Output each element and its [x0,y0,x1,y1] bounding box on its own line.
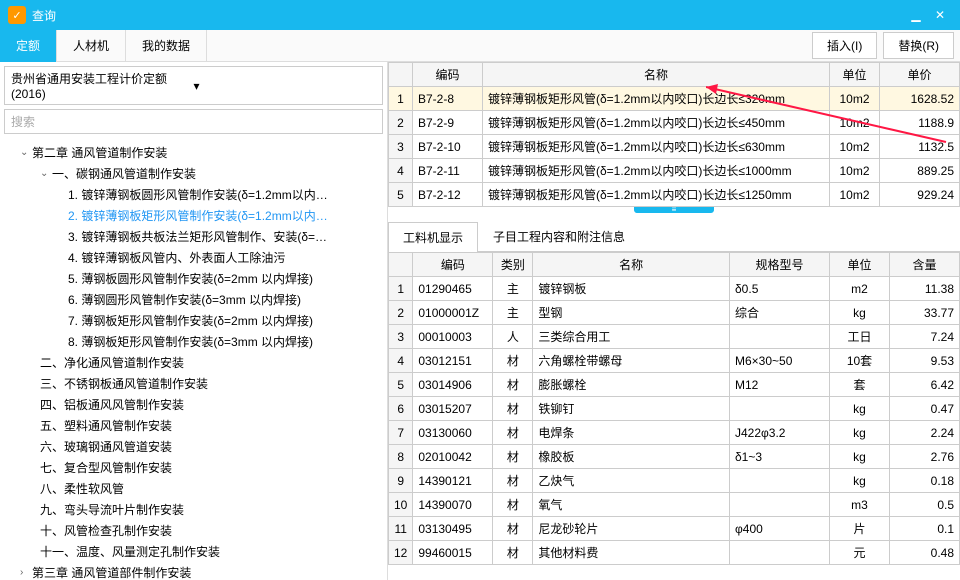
chevron-right-icon: › [20,567,32,578]
tree-section-10[interactable]: 十、风管检查孔制作安装 [0,520,387,541]
norm-select-value: 贵州省通用安装工程计价定额(2016) [11,70,194,101]
table-row[interactable]: 1B7-2-8镀锌薄钢板矩形风管(δ=1.2mm以内咬口)长边长≤320mm10… [389,87,960,111]
tab-mydata[interactable]: 我的数据 [126,30,207,62]
col2-spec: 规格型号 [730,253,830,277]
tree-section-11[interactable]: 十一、温度、风量测定孔制作安装 [0,541,387,562]
col2-cat: 类别 [493,253,533,277]
search-input[interactable]: 搜索 [4,109,383,134]
tree-chapter-3[interactable]: ›第三章 通风管道部件制作安装 [0,562,387,580]
tree-section-6[interactable]: 六、玻璃钢通风管道安装 [0,436,387,457]
tree-item-6[interactable]: 6. 薄钢圆形风管制作安装(δ=3mm 以内焊接) [0,289,387,310]
insert-button[interactable]: 插入(I) [812,32,877,59]
subtab-notes[interactable]: 子目工程内容和附注信息 [478,221,640,251]
tree-item-5[interactable]: 5. 薄钢板圆形风管制作安装(δ=2mm 以内焊接) [0,268,387,289]
tree-item-4[interactable]: 4. 镀锌薄钢板风管内、外表面人工除油污 [0,247,387,268]
tree-section-5[interactable]: 五、塑料通风管制作安装 [0,415,387,436]
close-icon[interactable]: ✕ [928,5,952,25]
tree-item-7[interactable]: 7. 薄钢板矩形风管制作安装(δ=2mm 以内焊接) [0,310,387,331]
table-row[interactable]: 802010042材橡胶板δ1~3kg2.76 [389,445,960,469]
chevron-down-icon: ⌄ [40,168,52,179]
tab-rencaiji[interactable]: 人材机 [57,30,126,62]
tab-quota[interactable]: 定额 [0,30,57,62]
col-unit: 单位 [830,63,880,87]
chevron-down-icon: ▾ [194,79,377,93]
tree-section-3[interactable]: 三、不锈钢板通风管道制作安装 [0,373,387,394]
table-row[interactable]: 1014390070材氧气m30.5 [389,493,960,517]
tree-section-9[interactable]: 九、弯头导流叶片制作安装 [0,499,387,520]
table-row[interactable]: 403012151材六角螺栓带螺母M6×30~5010套9.53 [389,349,960,373]
table-row[interactable]: 914390121材乙炔气kg0.18 [389,469,960,493]
tree-section-1[interactable]: ⌄一、碳钢通风管道制作安装 [0,163,387,184]
col2-name: 名称 [533,253,730,277]
col-name: 名称 [483,63,830,87]
chevron-down-icon: ⌄ [20,147,32,158]
tree-item-8[interactable]: 8. 薄钢板矩形风管制作安装(δ=3mm 以内焊接) [0,331,387,352]
table-row[interactable]: 101290465主镀锌钢板δ0.5m211.38 [389,277,960,301]
subtabs: 工料机显示 子目工程内容和附注信息 [388,221,960,252]
tree-section-8[interactable]: 八、柔性软风管 [0,478,387,499]
titlebar: ✓ 查询 ▁ ✕ [0,0,960,30]
tree-item-3[interactable]: 3. 镀锌薄钢板共板法兰矩形风管制作、安装(δ=… [0,226,387,247]
replace-button[interactable]: 替换(R) [883,32,954,59]
tree-section-4[interactable]: 四、铝板通风风管制作安装 [0,394,387,415]
tree-section-2[interactable]: 二、净化通风管道制作安装 [0,352,387,373]
tree-chapter-2[interactable]: ⌄第二章 通风管道制作安装 [0,142,387,163]
table-row[interactable]: 1103130495材尼龙砂轮片φ400片0.1 [389,517,960,541]
tree-item-2[interactable]: 2. 镀锌薄钢板矩形风管制作安装(δ=1.2mm以内… [0,205,387,226]
splitter-handle[interactable]: ≡ [634,207,714,213]
table-row[interactable]: 603015207材铁铆钉kg0.47 [389,397,960,421]
col2-code: 编码 [413,253,493,277]
norm-select[interactable]: 贵州省通用安装工程计价定额(2016) ▾ [4,66,383,105]
col2-unit: 单位 [830,253,890,277]
toolbar: 定额 人材机 我的数据 插入(I) 替换(R) [0,30,960,62]
col2-qty: 含量 [890,253,960,277]
left-panel: 贵州省通用安装工程计价定额(2016) ▾ 搜索 ⌄第二章 通风管道制作安装 ⌄… [0,62,388,580]
subtab-gongliaoji[interactable]: 工料机显示 [388,222,478,252]
quota-table[interactable]: 编码 名称 单位 单价 1B7-2-8镀锌薄钢板矩形风管(δ=1.2mm以内咬口… [388,62,960,207]
tree-section-7[interactable]: 七、复合型风管制作安装 [0,457,387,478]
table-row[interactable]: 300010003人三类综合用工工日7.24 [389,325,960,349]
table-row[interactable]: 4B7-2-11镀锌薄钢板矩形风管(δ=1.2mm以内咬口)长边长≤1000mm… [389,159,960,183]
col-price: 单价 [880,63,960,87]
table-row[interactable]: 503014906材膨胀螺栓M12套6.42 [389,373,960,397]
material-table[interactable]: 编码 类别 名称 规格型号 单位 含量 101290465主镀锌钢板δ0.5m2… [388,252,960,565]
tree-item-1[interactable]: 1. 镀锌薄钢板圆形风管制作安装(δ=1.2mm以内… [0,184,387,205]
table-row[interactable]: 3B7-2-10镀锌薄钢板矩形风管(δ=1.2mm以内咬口)长边长≤630mm1… [389,135,960,159]
app-logo-icon: ✓ [8,6,26,24]
window-title: 查询 [32,7,904,24]
tree: ⌄第二章 通风管道制作安装 ⌄一、碳钢通风管道制作安装 1. 镀锌薄钢板圆形风管… [0,138,387,580]
minimize-icon[interactable]: ▁ [904,5,928,25]
table-row[interactable]: 703130060材电焊条J422φ3.2kg2.24 [389,421,960,445]
table-row[interactable]: 5B7-2-12镀锌薄钢板矩形风管(δ=1.2mm以内咬口)长边长≤1250mm… [389,183,960,207]
table-row[interactable]: 201000001Z主型钢综合kg33.77 [389,301,960,325]
table-row[interactable]: 1299460015材其他材料费元0.48 [389,541,960,565]
col-code: 编码 [413,63,483,87]
table-row[interactable]: 2B7-2-9镀锌薄钢板矩形风管(δ=1.2mm以内咬口)长边长≤450mm10… [389,111,960,135]
right-panel: 编码 名称 单位 单价 1B7-2-8镀锌薄钢板矩形风管(δ=1.2mm以内咬口… [388,62,960,580]
